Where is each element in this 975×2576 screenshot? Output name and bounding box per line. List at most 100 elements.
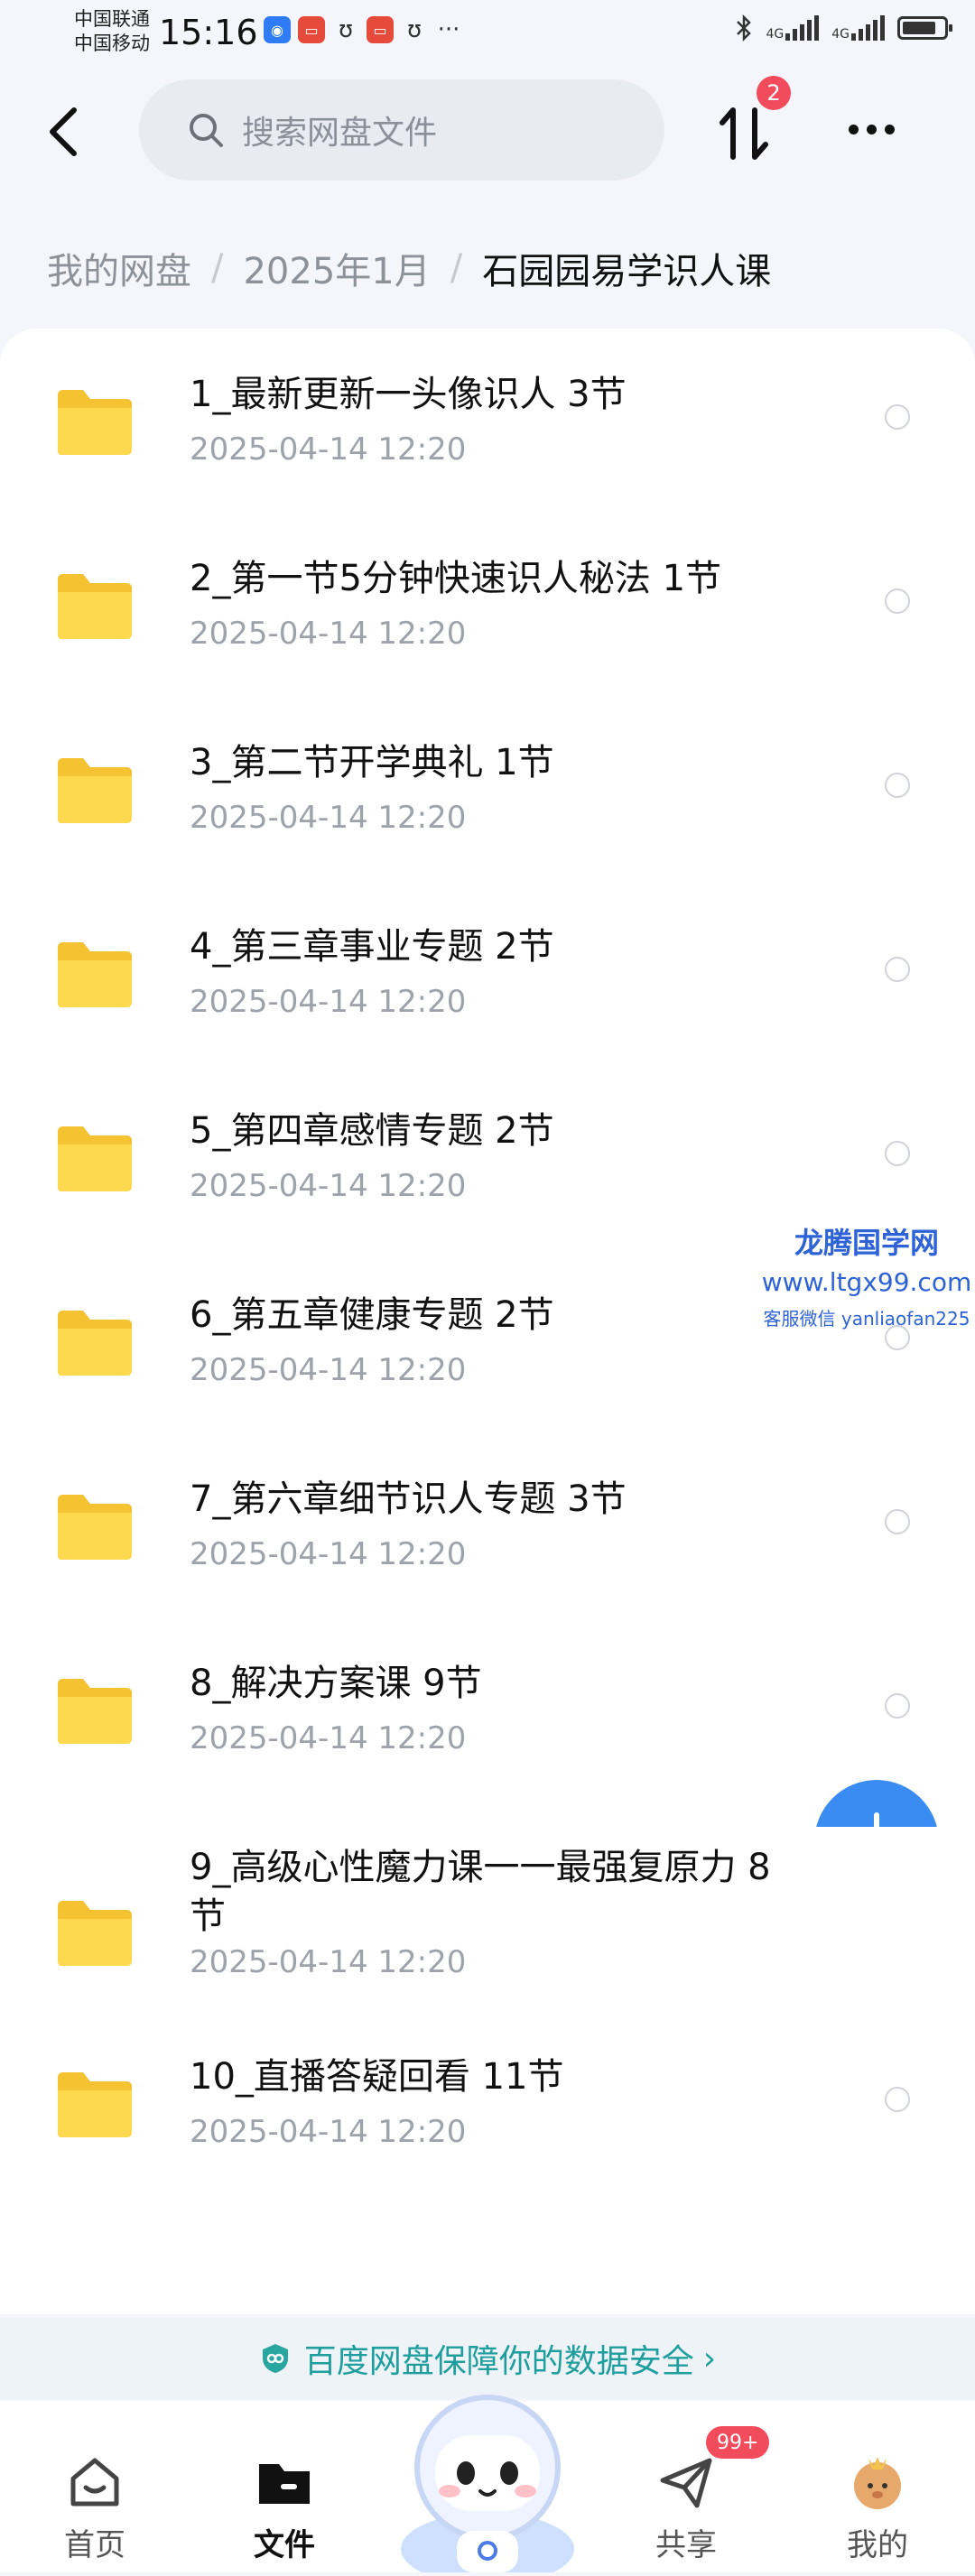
share-badge: 99+ <box>706 2426 770 2459</box>
tab-files[interactable]: 文件 <box>203 2401 366 2572</box>
folder-tab-icon <box>259 2464 310 2504</box>
search-placeholder: 搜索网盘文件 <box>242 115 438 152</box>
tab-label: 共享 <box>655 2527 717 2563</box>
select-checkbox[interactable] <box>885 957 910 982</box>
share-send-icon <box>660 2458 712 2508</box>
breadcrumb-separator: / <box>211 247 224 289</box>
fab-overlap <box>794 1827 975 1989</box>
watermark: 龙腾国学网 www.ltgx99.com 客服微信 yanliaofan225 <box>758 1220 975 1330</box>
status-bar: 中国联通 中国移动 15:16 ◉ ▭ ʊ ▭ ʊ ··· 4G 4G <box>0 0 975 70</box>
network-type-2: 4G <box>831 27 850 42</box>
transfer-icon <box>720 107 768 160</box>
file-name: 7_第六章细节识人专题 3节 <box>190 1478 627 1520</box>
file-date: 2025-04-14 12:20 <box>190 616 467 652</box>
back-button[interactable] <box>36 97 90 166</box>
file-name: 2_第一节5分钟快速识人秘法 1节 <box>190 558 722 599</box>
security-text: 百度网盘保障你的数据安全 <box>303 2343 694 2380</box>
file-row[interactable]: 1_最新更新一头像识人 3节 2025-04-14 12:20 <box>0 343 975 524</box>
transfer-badge: 2 <box>757 76 791 110</box>
folder-icon <box>58 758 132 823</box>
battery-icon <box>897 16 952 40</box>
tab-home[interactable]: 首页 <box>14 2401 176 2572</box>
transfer-list-button[interactable] <box>715 101 778 166</box>
more-notifications-icon: ··· <box>437 16 460 43</box>
file-row[interactable]: 7_第六章细节识人专题 3节 2025-04-14 12:20 <box>0 1448 975 1628</box>
file-row[interactable]: 10_直播答疑回看 11节 2025-04-14 12:20 <box>0 2025 975 2206</box>
file-date: 2025-04-14 12:20 <box>190 800 467 836</box>
breadcrumb-separator: / <box>450 247 463 289</box>
select-checkbox[interactable] <box>885 2087 910 2112</box>
tab-label: 我的 <box>847 2527 908 2563</box>
file-row[interactable]: 4_第三章事业专题 2节 2025-04-14 12:20 <box>0 895 975 1076</box>
file-row[interactable]: 2_第一节5分钟快速识人秘法 1节 2025-04-14 12:20 <box>0 527 975 708</box>
breadcrumb: 我的网盘 / 2025年1月 / 石园园易学识人课 <box>47 242 771 294</box>
watermark-title: 龙腾国学网 <box>794 1226 939 1260</box>
avatar-icon <box>854 2457 901 2509</box>
file-name: 1_最新更新一头像识人 3节 <box>190 374 627 415</box>
clock: 15:16 <box>159 13 258 52</box>
tab-me[interactable]: 我的 <box>796 2401 959 2572</box>
breadcrumb-current: 石园园易学识人课 <box>482 251 772 292</box>
carrier-1: 中国联通 <box>74 8 150 30</box>
folder-icon <box>58 1495 132 1560</box>
watermark-contact: 客服微信 yanliaofan225 <box>763 1308 970 1330</box>
select-checkbox[interactable] <box>885 1141 910 1166</box>
back-arrow-icon <box>50 107 77 156</box>
select-checkbox[interactable] <box>885 404 910 430</box>
carrier-info: 中国联通 中国移动 <box>74 7 150 56</box>
app-notification-icon: ʊ <box>406 16 422 43</box>
file-date: 2025-04-14 12:20 <box>190 1536 467 1572</box>
file-name: 4_第三章事业专题 2节 <box>190 926 554 968</box>
file-date: 2025-04-14 12:20 <box>190 1944 467 1980</box>
file-name: 9_高级心性魔力课一一最强复原力 8节 <box>190 1847 771 1937</box>
folder-icon <box>58 1126 132 1191</box>
folder-icon <box>58 1901 132 1966</box>
file-name: 10_直播答疑回看 11节 <box>190 2056 564 2098</box>
dot <box>884 124 895 134</box>
shield-icon <box>262 2344 288 2373</box>
file-date: 2025-04-14 12:20 <box>190 1168 467 1204</box>
folder-icon <box>58 1679 132 1744</box>
app-notification-icon: ◉ <box>264 16 291 43</box>
robot-mascot-icon <box>401 2395 574 2576</box>
dot <box>866 124 877 134</box>
folder-icon <box>58 1311 132 1376</box>
chevron-right-icon: › <box>702 2340 717 2377</box>
search-bar[interactable]: 搜索网盘文件 <box>139 79 664 181</box>
file-name: 3_第二节开学典礼 1节 <box>190 742 554 783</box>
more-options-button[interactable] <box>840 107 903 152</box>
network-type-1: 4G <box>766 27 785 42</box>
system-icons: 4G 4G <box>735 14 952 42</box>
file-name: 6_第五章健康专题 2节 <box>190 1294 554 1336</box>
home-icon <box>70 2458 119 2507</box>
breadcrumb-item[interactable]: 我的网盘 <box>47 242 191 294</box>
search-icon <box>190 114 223 147</box>
file-name: 8_解决方案课 9节 <box>190 1663 482 1704</box>
select-checkbox[interactable] <box>885 1509 910 1534</box>
file-date: 2025-04-14 12:20 <box>190 1352 467 1388</box>
select-checkbox[interactable] <box>885 588 910 614</box>
folder-icon <box>58 574 132 639</box>
watermark-url: www.ltgx99.com <box>761 1267 972 1297</box>
dot <box>848 124 859 134</box>
file-date: 2025-04-14 12:20 <box>190 431 467 468</box>
select-checkbox[interactable] <box>885 773 910 798</box>
notification-icons: ◉ ▭ ʊ ▭ ʊ ··· <box>264 16 462 43</box>
file-row[interactable]: 8_解决方案课 9节 2025-04-14 12:20 <box>0 1632 975 1812</box>
signal-icon <box>785 15 820 41</box>
file-row[interactable]: 3_第二节开学典礼 1节 2025-04-14 12:20 <box>0 711 975 892</box>
tab-label: 首页 <box>64 2527 125 2563</box>
tab-label: 文件 <box>254 2527 315 2563</box>
bluetooth-icon <box>737 14 752 42</box>
folder-icon <box>58 390 132 455</box>
file-date: 2025-04-14 12:20 <box>190 1720 467 1756</box>
select-checkbox[interactable] <box>885 1693 910 1719</box>
app-notification-icon: ʊ <box>338 16 354 43</box>
breadcrumb-item[interactable]: 2025年1月 <box>243 242 430 294</box>
folder-icon <box>58 942 132 1007</box>
file-date: 2025-04-14 12:20 <box>190 984 467 1020</box>
file-name: 5_第四章感情专题 2节 <box>190 1110 554 1152</box>
folder-icon <box>58 2072 132 2137</box>
mascot-assistant-button[interactable] <box>386 2377 589 2576</box>
file-date: 2025-04-14 12:20 <box>190 2114 467 2150</box>
